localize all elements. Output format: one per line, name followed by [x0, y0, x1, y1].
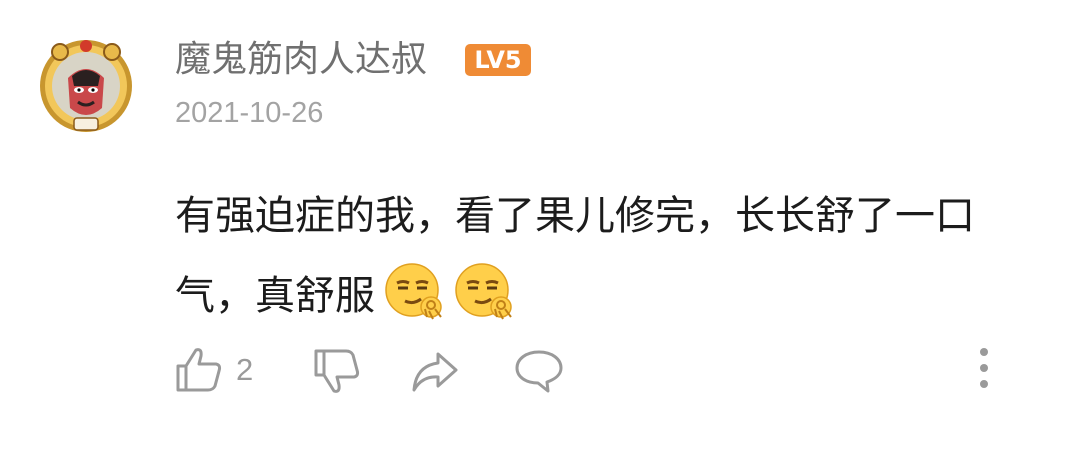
smirk-ok-emoji — [455, 263, 512, 320]
avatar[interactable] — [38, 38, 134, 134]
comment-bubble-icon[interactable] — [514, 346, 564, 396]
thumbs-down-icon[interactable] — [312, 347, 362, 397]
level-badge: LV5 — [465, 44, 531, 76]
thumbs-up-icon[interactable] — [174, 344, 224, 394]
author-name[interactable]: 魔鬼筋肉人达叔 — [175, 38, 427, 82]
more-vertical-icon[interactable] — [972, 346, 996, 392]
share-icon[interactable] — [410, 346, 460, 396]
comment-text: 有强迫症的我，看了果儿修完，长长舒了一口气，真舒服 — [175, 193, 975, 319]
comment-date: 2021-10-26 — [175, 97, 324, 129]
comment-body: 有强迫症的我，看了果儿修完，长长舒了一口气，真舒服 — [175, 176, 1045, 336]
like-count: 2 — [236, 352, 254, 387]
smirk-ok-emoji — [385, 263, 442, 320]
